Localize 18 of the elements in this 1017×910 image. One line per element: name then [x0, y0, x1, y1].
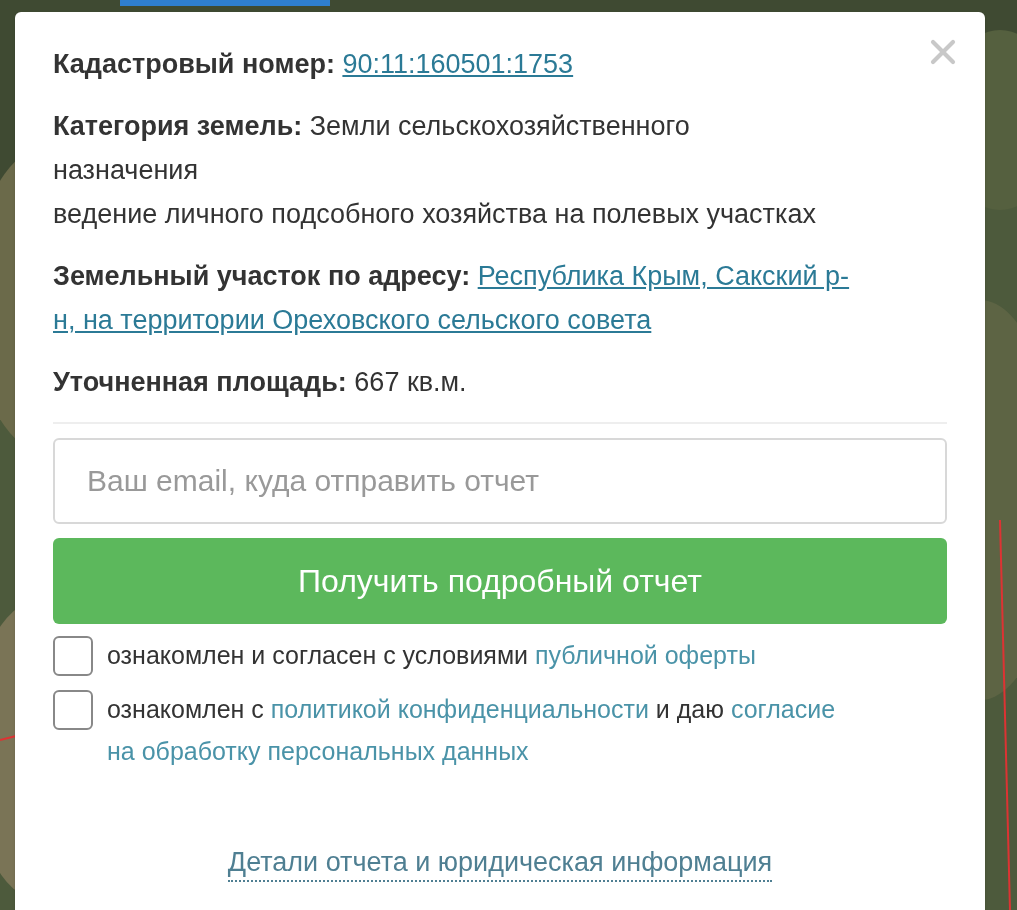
info-line: Уточненная площадь: 667 кв.м.	[53, 366, 468, 399]
checkbox[interactable]	[53, 690, 93, 730]
info-line: Категория земель: Земли сельскохозяйственного назначения ведение личного подсобного хозяйства на полевых участках	[53, 110, 817, 231]
info-line: Земельный участок по адресу: Республика Крым, Сакский р- н, на территории Ореховского сельского совета	[53, 260, 851, 337]
info-line: Кадастровый номер: 90:11:160501:1753	[53, 48, 575, 81]
checkbox[interactable]	[53, 636, 93, 676]
info-link[interactable]: 90:11:160501:1753	[342, 49, 574, 79]
details-link[interactable]: Детали отчета и юридическая информация	[227, 844, 773, 882]
agreement-text: ознакомлен с политикой конфиденциальности и даю согласие на обработку персональных данных	[107, 694, 836, 767]
agreement-link[interactable]: на обработку персональных данных	[107, 737, 529, 765]
agreement-link[interactable]: публичной оферты	[535, 641, 756, 669]
email-field[interactable]: Ваш email, куда отправить отчет	[53, 438, 947, 524]
agreement-link[interactable]: согласие	[730, 695, 836, 723]
info-link[interactable]: н, на территории Ореховского сельского совета	[53, 305, 652, 335]
info-link[interactable]: Республика Крым, Сакский р-	[477, 261, 850, 291]
agreement-text: ознакомлен и согласен с условиями публичной оферты	[107, 640, 756, 671]
submit-button[interactable]: Получить подробный отчет	[53, 538, 947, 624]
agreement-link[interactable]: политикой конфиденциальности	[270, 695, 649, 723]
